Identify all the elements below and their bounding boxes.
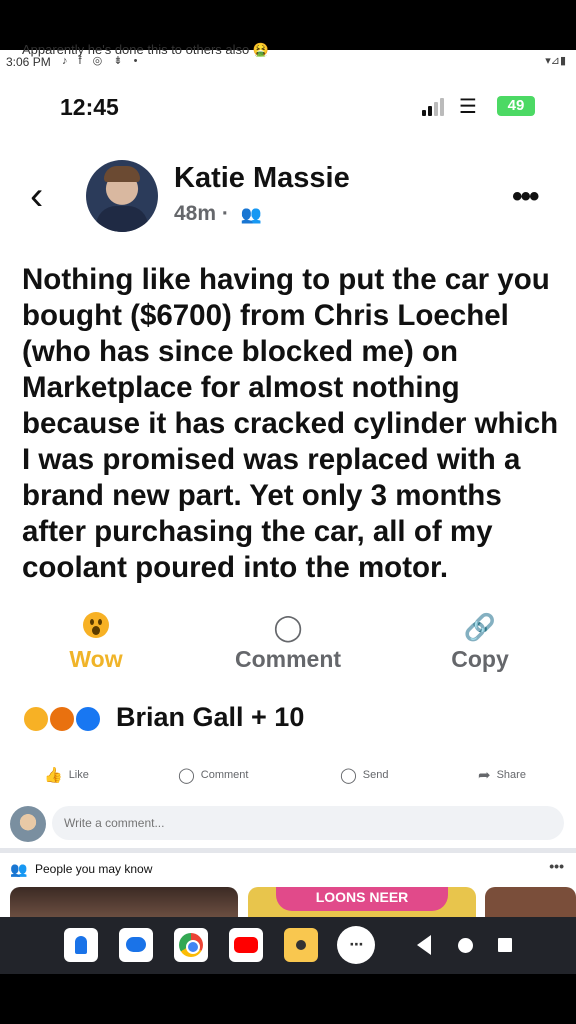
thumbs-up-icon: 👍 bbox=[44, 767, 63, 784]
wow-button[interactable]: Wow bbox=[58, 612, 134, 673]
copy-label: Copy bbox=[451, 646, 509, 672]
link-icon: 🔗 bbox=[463, 612, 497, 642]
share-label: Share bbox=[496, 769, 526, 781]
wifi-icon: ☰ bbox=[459, 96, 477, 118]
more-horizontal-icon[interactable]: ••• bbox=[512, 180, 539, 214]
comment-composer bbox=[0, 804, 576, 844]
post-action-bar: 👍 Like ◯ Comment ◯ Send ➦ Share bbox=[0, 766, 576, 790]
copy-button[interactable]: 🔗 Copy bbox=[436, 612, 524, 673]
meta-separator: · bbox=[221, 202, 229, 225]
send-button[interactable]: ◯ Send bbox=[340, 766, 389, 784]
youtube-app-icon[interactable] bbox=[229, 928, 263, 962]
cell-signal-icon bbox=[422, 98, 452, 116]
wow-reaction-icon bbox=[22, 705, 50, 733]
messenger-icon: ◯ bbox=[340, 767, 357, 784]
facebook-post-screenshot: 12:45 ☰ 49 ‹ Katie Massie 48m · 👥 ••• No… bbox=[0, 72, 576, 917]
angry-reaction-icon bbox=[48, 705, 76, 733]
messages-app-icon[interactable] bbox=[119, 928, 153, 962]
bottom-letterbox bbox=[0, 974, 576, 1024]
battery-icon: 49 bbox=[497, 96, 535, 116]
author-avatar[interactable] bbox=[86, 160, 158, 232]
nav-recents-icon[interactable] bbox=[498, 938, 512, 952]
more-horizontal-icon[interactable]: ••• bbox=[549, 858, 564, 874]
contacts-app-icon[interactable] bbox=[64, 928, 98, 962]
people-you-may-know-header: 👥 People you may know ••• bbox=[0, 858, 576, 888]
comment-bubble-icon: ◯ bbox=[273, 612, 303, 642]
comment-label: Comment bbox=[234, 646, 342, 672]
suggested-person-card[interactable] bbox=[10, 887, 238, 917]
wow-label: Wow bbox=[69, 646, 123, 672]
app-drawer-icon[interactable]: ⋯ bbox=[337, 926, 375, 964]
comment-icon: ◯ bbox=[178, 767, 195, 784]
like-label: Like bbox=[68, 769, 89, 781]
nav-back-icon[interactable] bbox=[417, 935, 431, 955]
send-label: Send bbox=[362, 769, 389, 781]
phone-status-time: 12:45 bbox=[60, 94, 119, 120]
chrome-app-icon[interactable] bbox=[174, 928, 208, 962]
comment-button[interactable]: ◯ Comment bbox=[214, 612, 362, 673]
camera-app-icon[interactable] bbox=[284, 928, 318, 962]
reaction-buttons-row: Wow ◯ Comment 🔗 Copy bbox=[0, 612, 576, 682]
share-button[interactable]: ➦ Share bbox=[478, 766, 526, 784]
share-arrow-icon: ➦ bbox=[478, 767, 491, 784]
people-icon: 👥 bbox=[10, 861, 28, 877]
post-body-text: Nothing like having to put the car you b… bbox=[22, 263, 559, 584]
like-button[interactable]: 👍 Like bbox=[44, 766, 89, 784]
like-reaction-icon bbox=[74, 705, 102, 733]
reactors-names: Brian Gall + 10 bbox=[116, 702, 305, 732]
comment-action-button[interactable]: ◯ Comment bbox=[178, 766, 248, 784]
notification-icons: ♪ f ◎ ⇟ • bbox=[62, 55, 142, 67]
outer-status-time: 3:06 PM bbox=[6, 55, 51, 69]
nav-home-icon[interactable] bbox=[458, 938, 473, 953]
suggested-person-card[interactable]: LOONS NEER bbox=[248, 887, 476, 917]
comment-input[interactable] bbox=[52, 806, 564, 840]
post-author-name[interactable]: Katie Massie bbox=[174, 162, 350, 195]
chevron-left-icon[interactable]: ‹ bbox=[30, 176, 43, 216]
system-status-icons: ▾⊿▮ bbox=[545, 55, 566, 67]
section-divider bbox=[0, 848, 576, 853]
reaction-emoji-stack bbox=[22, 705, 112, 733]
suggested-person-card[interactable] bbox=[485, 887, 576, 917]
overlapped-caption: Apparently he's done this to others also… bbox=[22, 42, 270, 57]
post-meta: 48m · 👥 bbox=[174, 202, 262, 226]
people-you-may-know-title: People you may know bbox=[35, 862, 153, 876]
android-navigation-bar: ⋯ bbox=[0, 917, 576, 974]
viewer-avatar[interactable] bbox=[10, 806, 46, 842]
friends-icon: 👥 bbox=[240, 205, 262, 224]
wow-emoji-icon bbox=[58, 612, 134, 646]
outer-status-bar: Apparently he's done this to others also… bbox=[0, 42, 576, 72]
post-time[interactable]: 48m bbox=[174, 202, 216, 225]
comment-action-label: Comment bbox=[200, 769, 249, 781]
battery-level: 49 bbox=[507, 97, 525, 114]
card-banner-text: LOONS NEER bbox=[276, 887, 448, 911]
